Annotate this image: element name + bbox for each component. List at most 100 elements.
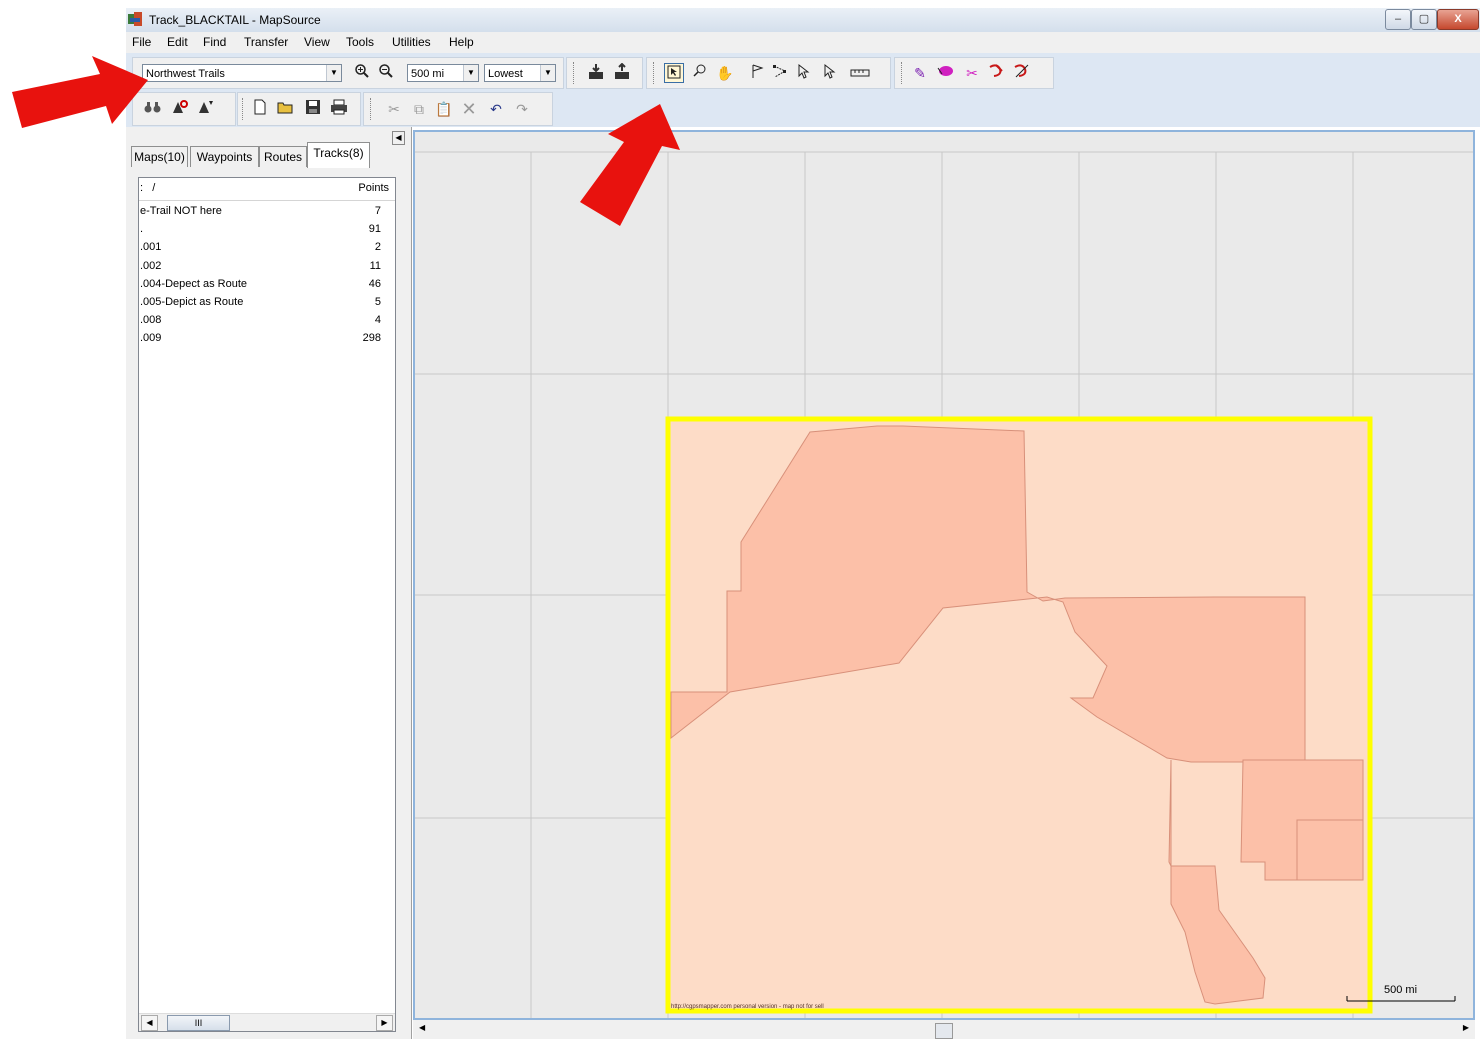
zoom-tool-icon[interactable] [691, 63, 711, 83]
track-name: .001 [140, 241, 162, 254]
track-row[interactable]: .001 2 [139, 239, 395, 257]
route-tool-icon[interactable] [770, 63, 790, 83]
track-row[interactable]: e-Trail NOT here 7 [139, 203, 395, 221]
map-product-value: Northwest Trails [146, 68, 225, 80]
scroll-thumb[interactable]: III [167, 1015, 230, 1031]
copy-icon[interactable]: ⧉ [409, 99, 429, 119]
track-row[interactable]: .004-Depect as Route 46 [139, 276, 395, 294]
scroll-right-button[interactable]: ▶ [376, 1015, 393, 1031]
menu-utilities[interactable]: Utilities [392, 35, 431, 49]
receive-from-device-icon[interactable] [586, 63, 606, 83]
find-places-icon[interactable] [196, 99, 216, 119]
toolbar-grip [901, 62, 905, 84]
annotation-arrow-center [580, 104, 680, 226]
track-name: .005-Depict as Route [140, 296, 244, 308]
pencil-draw-icon[interactable]: ✎ [910, 63, 930, 83]
file-toolbar [237, 92, 361, 126]
tab-maps[interactable]: Maps(10) [131, 146, 188, 167]
join-tracks-icon[interactable] [987, 63, 1007, 83]
open-folder-icon[interactable] [276, 99, 296, 119]
map-canvas[interactable]: 500 mi http://cgpsmapper.com personal ve… [415, 132, 1473, 1018]
mapsource-app-icon [128, 12, 142, 26]
track-points: 7 [374, 205, 381, 217]
toolbar-grip [242, 98, 246, 120]
menu-help[interactable]: Help [449, 35, 474, 49]
eraser-icon[interactable] [935, 63, 955, 83]
map-view[interactable]: 500 mi http://cgpsmapper.com personal ve… [413, 130, 1475, 1020]
scale-bar-label: 500 mi [1384, 984, 1417, 996]
list-header: : / Points [139, 178, 395, 201]
redo-icon[interactable]: ↷ [512, 99, 532, 119]
track-tools-toolbar: ✎ ✂ [894, 57, 1054, 89]
chevron-down-icon: ▼ [326, 65, 341, 81]
menu-view[interactable]: View [304, 35, 330, 49]
ruler-measure-icon[interactable] [850, 63, 870, 83]
tools-toolbar: ✋ [646, 57, 891, 89]
menu-tools[interactable]: Tools [346, 35, 374, 49]
hand-pan-icon[interactable]: ✋ [715, 63, 735, 83]
pointer-arrow-icon[interactable] [819, 63, 839, 83]
chevron-down-icon: ▼ [463, 65, 478, 81]
toolbar-grip [370, 98, 374, 120]
map-product-dropdown[interactable]: Northwest Trails ▼ [142, 64, 342, 82]
track-points: 91 [368, 223, 381, 236]
scroll-left-button[interactable]: ◀ [141, 1015, 158, 1031]
track-row[interactable]: .002 11 [139, 258, 395, 276]
send-to-device-icon[interactable] [612, 62, 632, 83]
scroll-right-arrow-icon[interactable]: ▶ [1463, 1023, 1469, 1032]
tab-routes[interactable]: Routes [259, 146, 307, 167]
toolbar-area: Northwest Trails ▼ 500 mi ▼ Lowest ▼ ✋ ✎… [126, 53, 1480, 127]
zoom-in-icon[interactable] [352, 63, 372, 83]
map-toolbar: Northwest Trails ▼ 500 mi ▼ Lowest ▼ [132, 57, 564, 89]
selection-tool-icon[interactable] [664, 63, 684, 83]
track-name: .004-Depect as Route [140, 277, 248, 290]
close-button[interactable]: X [1437, 9, 1479, 30]
cut-icon[interactable]: ✂ [384, 99, 404, 119]
paste-icon[interactable]: 📋 [434, 99, 454, 119]
tab-waypoints[interactable]: Waypoints [190, 146, 259, 167]
menu-bar: File Edit Find Transfer View Tools Utili… [126, 32, 1480, 53]
map-scroll-thumb[interactable] [935, 1023, 953, 1039]
title-bar [126, 8, 1480, 32]
name-column-header[interactable]: : / [140, 182, 155, 194]
delete-x-icon[interactable]: ✕ [459, 99, 479, 119]
find-nearest-icon[interactable] [170, 99, 190, 119]
zoom-scale-value: 500 mi [411, 68, 445, 80]
new-file-icon[interactable] [250, 99, 270, 119]
points-column-header[interactable]: Points [358, 182, 389, 194]
annotation-arrow-left [12, 56, 148, 128]
menu-find[interactable]: Find [203, 35, 226, 49]
collapse-panel-button[interactable]: ◀ [392, 131, 405, 145]
track-name: .008 [140, 314, 162, 327]
menu-edit[interactable]: Edit [167, 35, 188, 49]
menu-transfer[interactable]: Transfer [244, 35, 288, 49]
track-row[interactable]: .008 4 [139, 312, 395, 330]
distance-pointer-icon[interactable] [793, 63, 813, 83]
save-disk-icon[interactable] [303, 99, 323, 119]
filter-track-icon[interactable] [1012, 63, 1032, 83]
tab-tracks[interactable]: Tracks(8) [307, 142, 370, 168]
track-points: 2 [374, 241, 381, 254]
divide-track-icon[interactable]: ✂ [962, 63, 982, 83]
print-icon[interactable] [329, 99, 349, 119]
transfer-toolbar [566, 57, 643, 89]
track-row[interactable]: .009 298 [139, 330, 395, 348]
maximize-button[interactable]: ▢ [1411, 9, 1437, 30]
map-region-southeast [1296, 819, 1364, 881]
edit-toolbar: ✂ ⧉ 📋 ✕ ↶ ↷ [363, 92, 553, 126]
track-name: .002 [140, 259, 162, 272]
zoom-scale-dropdown[interactable]: 500 mi ▼ [407, 64, 479, 82]
undo-icon[interactable]: ↶ [486, 99, 506, 119]
track-name: e-Trail NOT here [140, 205, 222, 217]
minimize-button[interactable]: – [1385, 9, 1411, 30]
track-row[interactable]: .005-Depict as Route 5 [139, 294, 395, 312]
zoom-out-icon[interactable] [376, 63, 396, 83]
track-points: 11 [369, 259, 381, 272]
waypoint-flag-icon[interactable] [747, 63, 767, 83]
tracks-list: : / Points e-Trail NOT here 7 . 91 .001 2 .002… [138, 177, 396, 1032]
track-row[interactable]: . 91 [139, 221, 395, 239]
list-horizontal-scrollbar[interactable]: ◀ III ▶ [139, 1013, 395, 1031]
scroll-left-arrow-icon[interactable]: ◀ [419, 1023, 425, 1032]
map-horizontal-scrollbar[interactable]: ◀ ▶ [413, 1020, 1475, 1039]
detail-level-dropdown[interactable]: Lowest ▼ [484, 64, 556, 82]
